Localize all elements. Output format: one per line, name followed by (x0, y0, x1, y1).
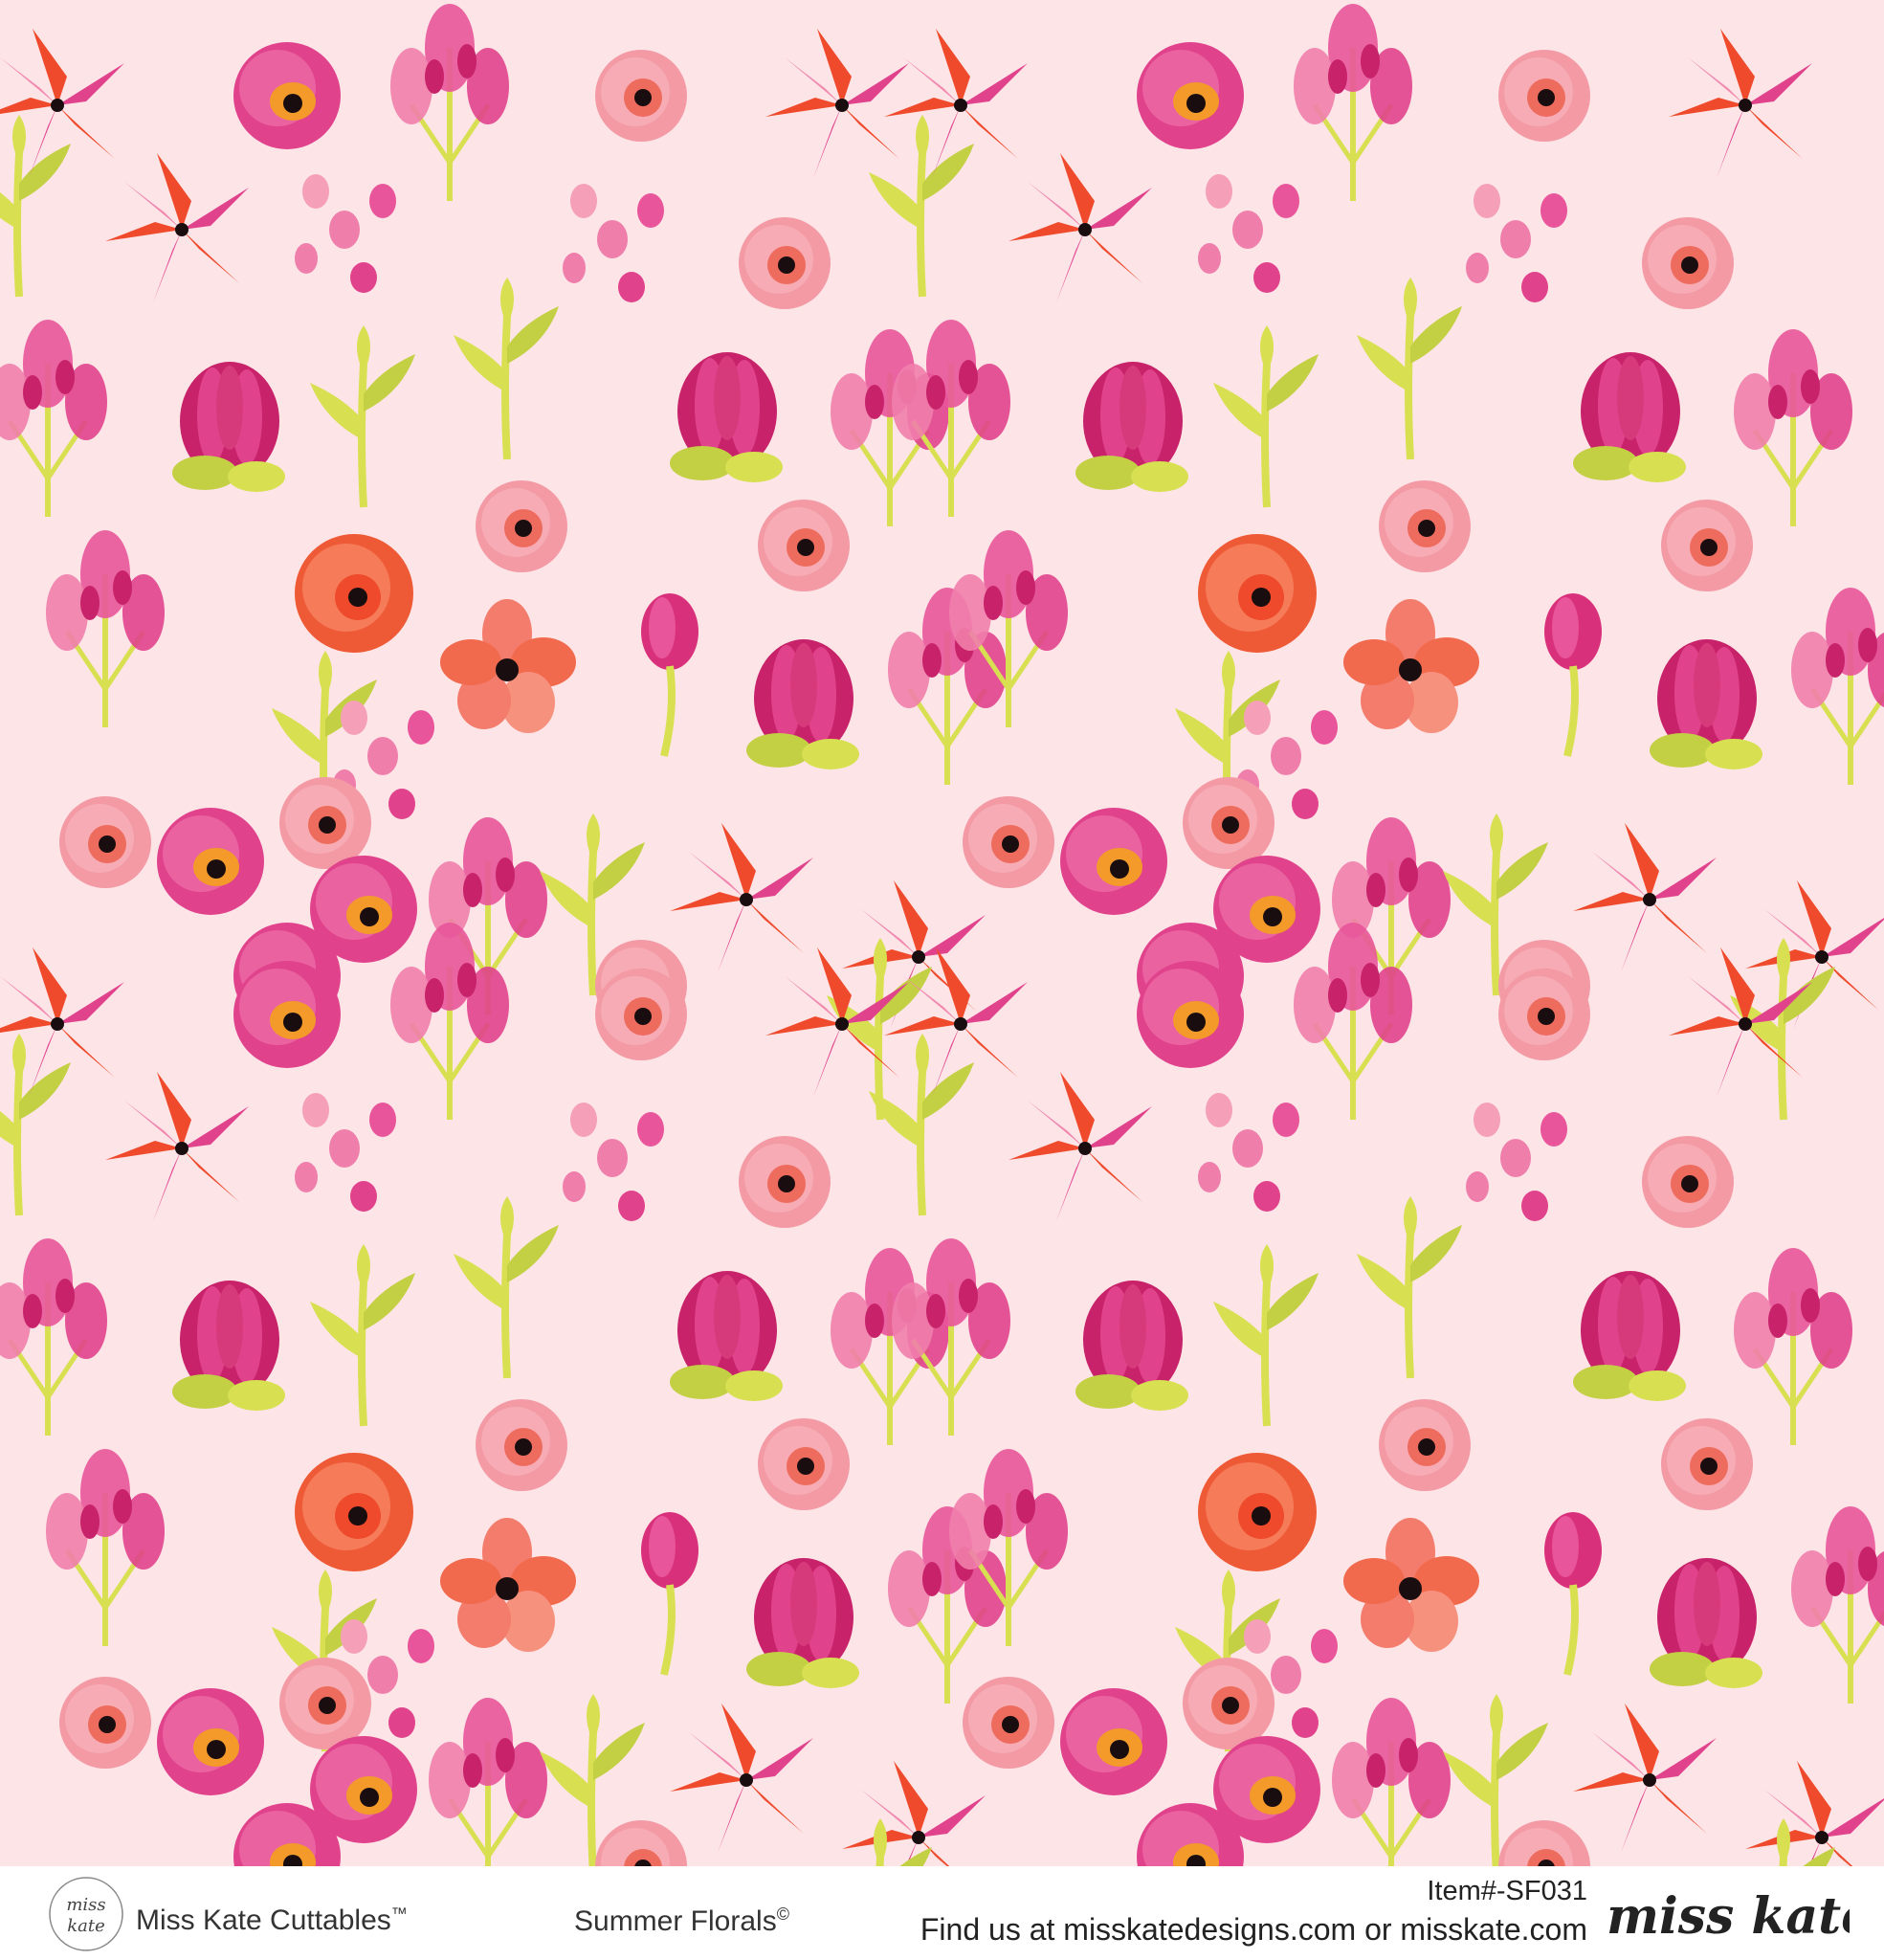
floral-pattern (0, 0, 1884, 1866)
copyright-symbol: © (776, 1904, 789, 1924)
trademark-symbol: ™ (390, 1904, 408, 1923)
find-us-text: Find us at misskatedesigns.com or misska… (920, 1912, 1587, 1947)
svg-text:miss: miss (66, 1895, 105, 1915)
svg-text:miss kate: miss kate (1607, 1887, 1850, 1946)
floral-pattern-artwork (0, 0, 1884, 1866)
signature-logo: miss kate (1601, 1880, 1850, 1952)
svg-text:kate: kate (67, 1916, 105, 1936)
brand-name: Miss Kate Cuttables™ (136, 1904, 408, 1937)
footer-bar: miss kate Miss Kate Cuttables™ Summer Fl… (0, 1866, 1884, 1960)
item-number: Item#-SF031 (1427, 1876, 1587, 1906)
product-title: Summer Florals© (574, 1904, 789, 1938)
product-label: Summer Florals (574, 1905, 777, 1937)
miss-kate-logo: miss kate (40, 1874, 136, 1954)
brand-label: Miss Kate Cuttables (136, 1904, 391, 1936)
